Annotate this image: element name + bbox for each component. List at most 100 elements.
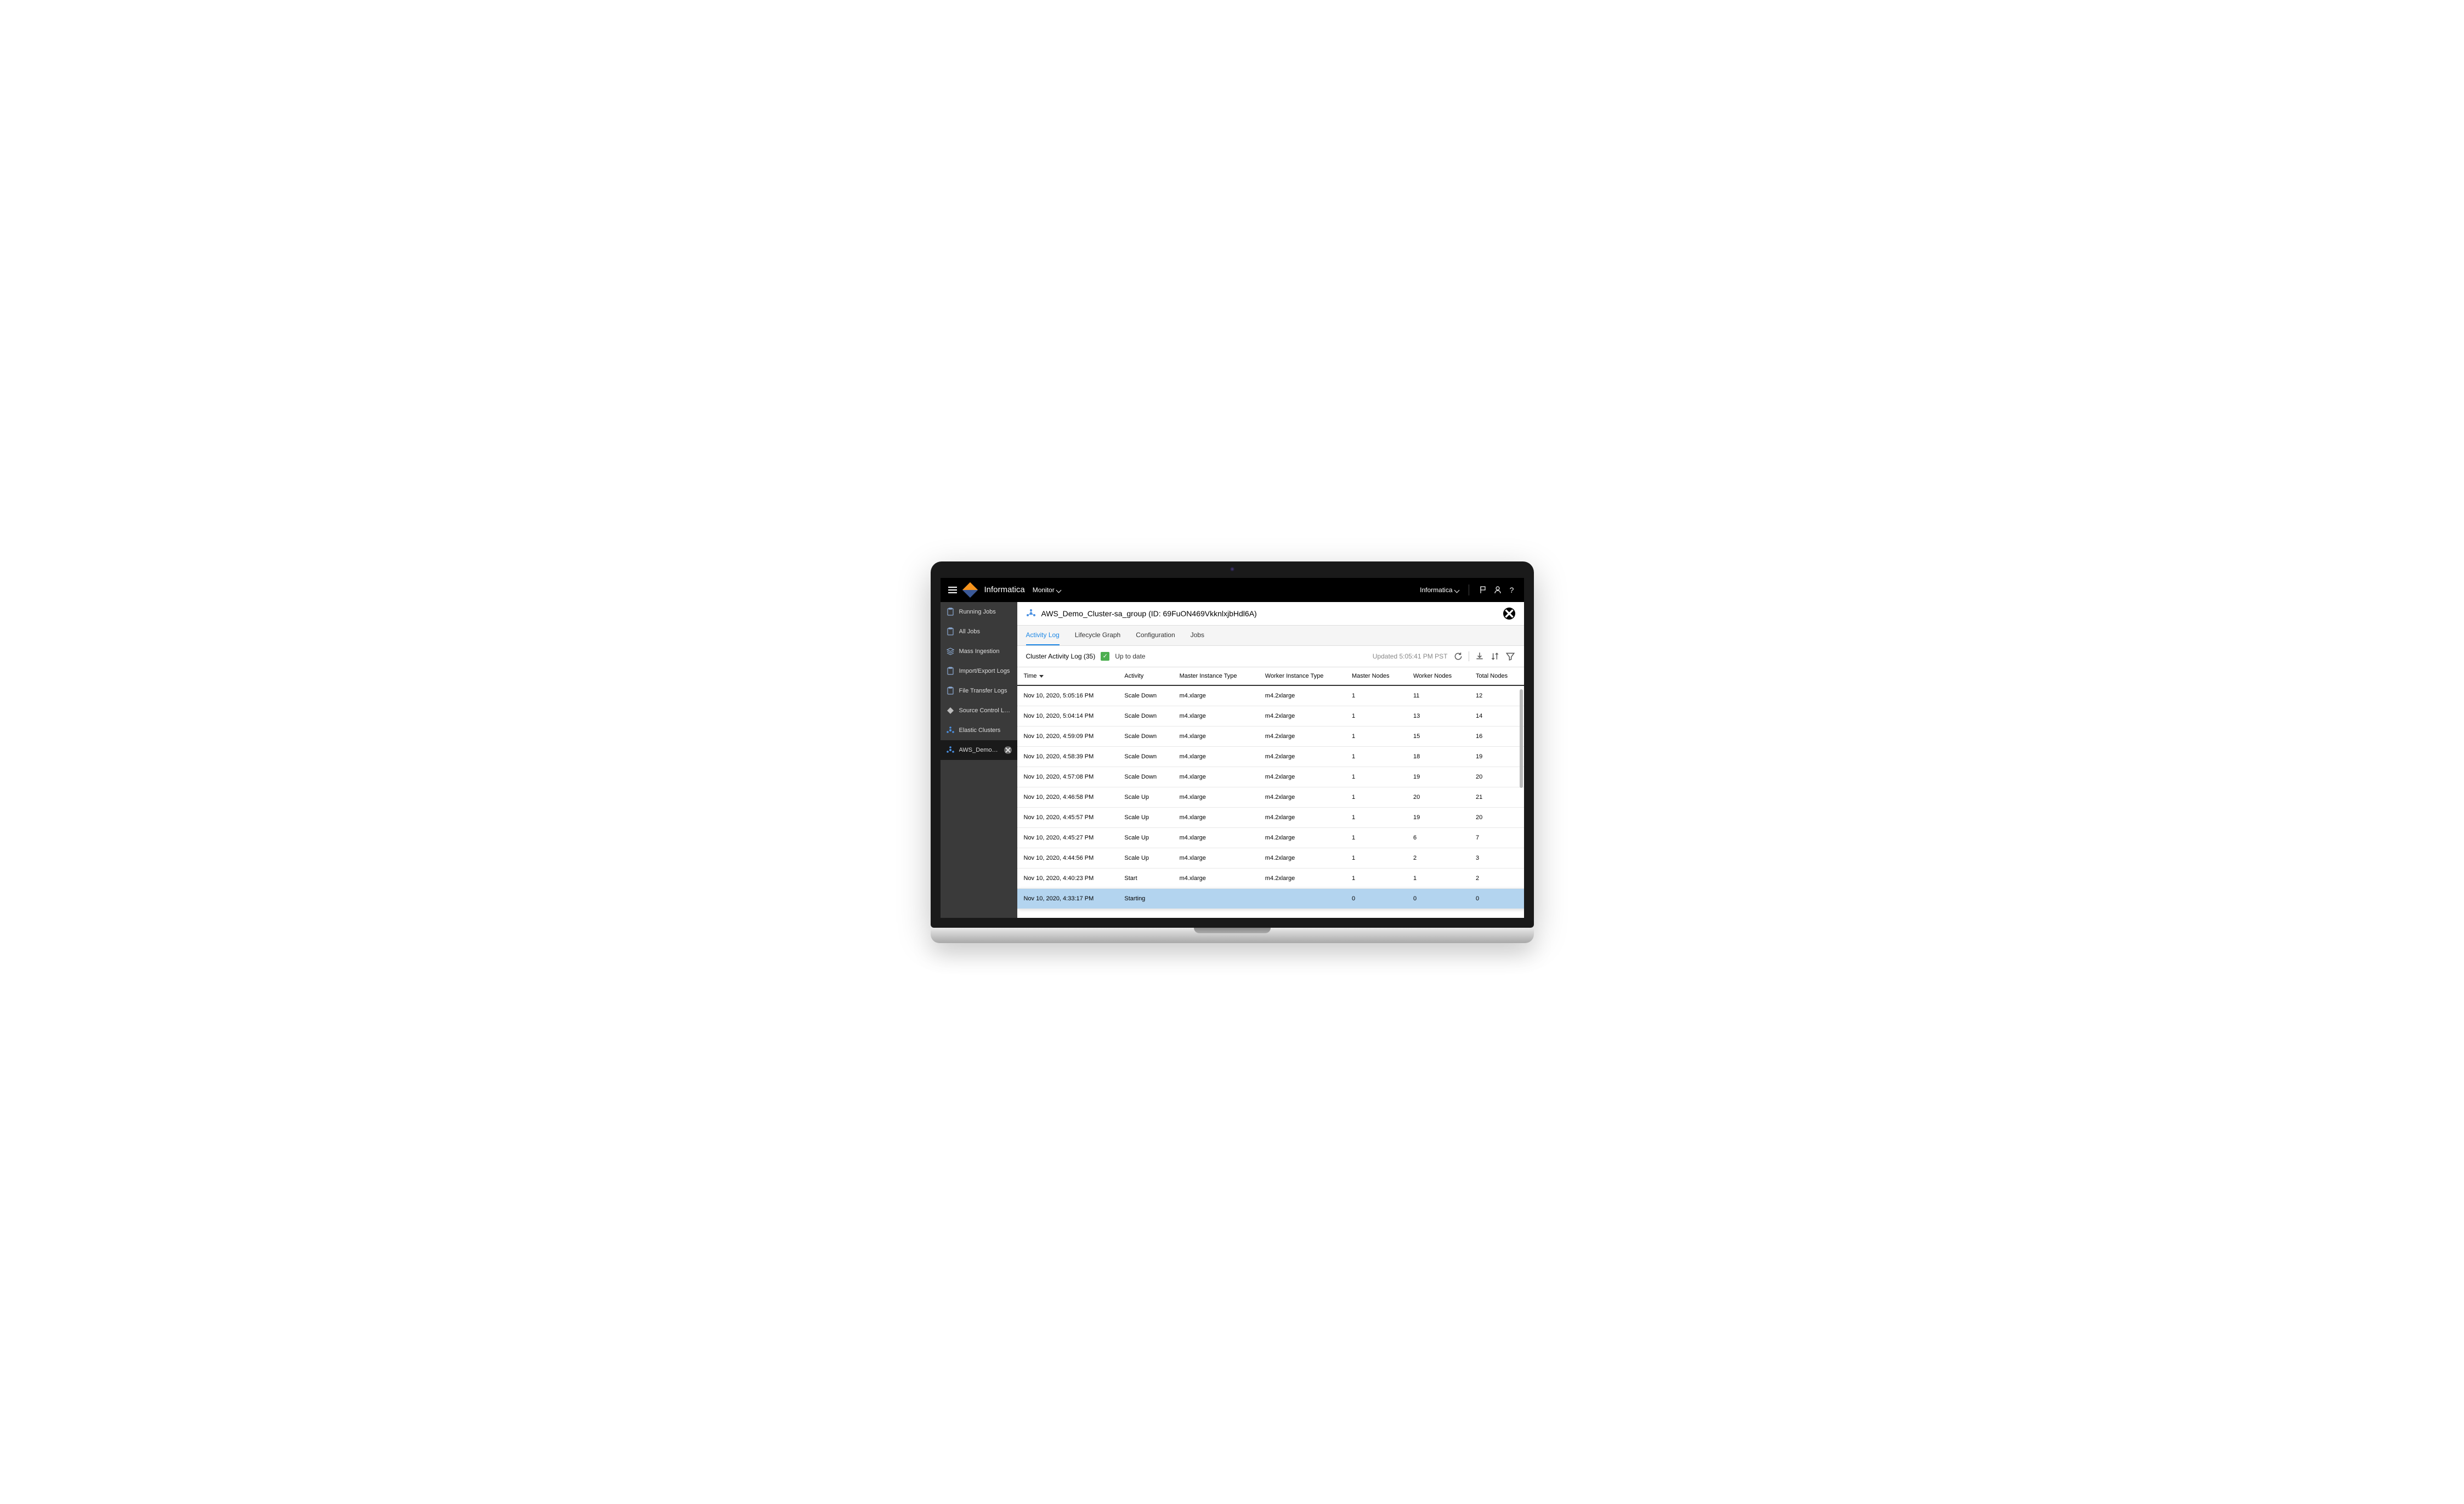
table-row[interactable]: Nov 10, 2020, 4:59:09 PMScale Downm4.xla… bbox=[1017, 726, 1524, 746]
table-row[interactable]: Nov 10, 2020, 4:33:17 PMStarting000 bbox=[1017, 888, 1524, 909]
table-cell: Nov 10, 2020, 4:45:27 PM bbox=[1017, 827, 1118, 848]
user-icon[interactable] bbox=[1493, 586, 1502, 594]
table-cell: Nov 10, 2020, 4:46:58 PM bbox=[1017, 787, 1118, 807]
tab-jobs[interactable]: Jobs bbox=[1191, 626, 1204, 645]
table-cell: m4.xlarge bbox=[1173, 827, 1259, 848]
updated-timestamp: Updated 5:05:41 PM PST bbox=[1373, 652, 1448, 660]
table-container: TimeActivityMaster Instance TypeWorker I… bbox=[1017, 667, 1524, 918]
org-switcher[interactable]: Informatica bbox=[1420, 586, 1458, 594]
table-cell: m4.xlarge bbox=[1173, 787, 1259, 807]
table-cell: 11 bbox=[1407, 685, 1469, 706]
sort-icon[interactable] bbox=[1490, 651, 1500, 661]
clipboard-icon bbox=[946, 608, 955, 616]
table-cell: 1 bbox=[1345, 746, 1407, 767]
table-cell: Scale Up bbox=[1118, 848, 1172, 868]
sidebar-item-all-jobs[interactable]: All Jobs bbox=[941, 622, 1017, 642]
table-row[interactable]: Nov 10, 2020, 5:04:14 PMScale Downm4.xla… bbox=[1017, 706, 1524, 726]
sidebar-item-label: All Jobs bbox=[959, 628, 1012, 635]
scrollbar-thumb[interactable] bbox=[1520, 689, 1523, 788]
column-header-activity[interactable]: Activity bbox=[1118, 667, 1172, 685]
sidebar-item-elastic-clusters[interactable]: Elastic Clusters bbox=[941, 720, 1017, 740]
hamburger-menu-icon[interactable] bbox=[948, 587, 957, 593]
table-cell: m4.xlarge bbox=[1173, 767, 1259, 787]
table-cell: Scale Down bbox=[1118, 726, 1172, 746]
table-cell: 20 bbox=[1407, 787, 1469, 807]
table-cell: 20 bbox=[1469, 807, 1524, 827]
close-tab-icon[interactable] bbox=[1004, 746, 1012, 754]
chevron-down-icon bbox=[1455, 586, 1459, 594]
column-header-worker-instance-type[interactable]: Worker Instance Type bbox=[1259, 667, 1345, 685]
table-row[interactable]: Nov 10, 2020, 4:40:23 PMStartm4.xlargem4… bbox=[1017, 868, 1524, 888]
table-cell: m4.xlarge bbox=[1173, 868, 1259, 888]
check-icon: ✓ bbox=[1101, 652, 1109, 661]
main-layout: Running Jobs All Jobs Mass Ingestion Import… bbox=[941, 602, 1524, 918]
laptop-base bbox=[931, 928, 1534, 943]
table-cell: Nov 10, 2020, 4:58:39 PM bbox=[1017, 746, 1118, 767]
column-header-master-nodes[interactable]: Master Nodes bbox=[1345, 667, 1407, 685]
table-cell: Nov 10, 2020, 4:44:56 PM bbox=[1017, 848, 1118, 868]
status-text: Up to date bbox=[1115, 652, 1145, 660]
page-title: AWS_Demo_Cluster-sa_group (ID: 69FuON469… bbox=[1041, 609, 1498, 618]
table-row[interactable]: Nov 10, 2020, 5:05:16 PMScale Downm4.xla… bbox=[1017, 685, 1524, 706]
table-row[interactable]: Nov 10, 2020, 4:57:08 PMScale Downm4.xla… bbox=[1017, 767, 1524, 787]
sidebar-item-file-transfer-logs[interactable]: File Transfer Logs bbox=[941, 681, 1017, 701]
table-cell: m4.2xlarge bbox=[1259, 726, 1345, 746]
table-row[interactable]: Nov 10, 2020, 4:46:58 PMScale Upm4.xlarg… bbox=[1017, 787, 1524, 807]
sidebar-item-import-export-logs[interactable]: Import/Export Logs bbox=[941, 661, 1017, 681]
table-cell: 6 bbox=[1407, 827, 1469, 848]
table-cell: m4.xlarge bbox=[1173, 706, 1259, 726]
sidebar-item-label: Mass Ingestion bbox=[959, 648, 1012, 655]
table-cell: 1 bbox=[1345, 767, 1407, 787]
table-cell: Nov 10, 2020, 4:57:08 PM bbox=[1017, 767, 1118, 787]
app-screen: Informatica Monitor Informatica ? bbox=[941, 578, 1524, 918]
column-header-time[interactable]: Time bbox=[1017, 667, 1118, 685]
table-row[interactable]: Nov 10, 2020, 4:44:56 PMScale Upm4.xlarg… bbox=[1017, 848, 1524, 868]
sidebar-item-label: Elastic Clusters bbox=[959, 727, 1012, 734]
table-row[interactable]: Nov 10, 2020, 4:58:39 PMScale Downm4.xla… bbox=[1017, 746, 1524, 767]
sidebar-item-running-jobs[interactable]: Running Jobs bbox=[941, 602, 1017, 622]
sidebar-item-label: Running Jobs bbox=[959, 609, 1012, 615]
toolbar: Cluster Activity Log (35) ✓ Up to date U… bbox=[1017, 646, 1524, 667]
help-icon[interactable]: ? bbox=[1508, 586, 1516, 594]
table-row[interactable]: Nov 10, 2020, 4:45:27 PMScale Upm4.xlarg… bbox=[1017, 827, 1524, 848]
sidebar-item-aws-demo-cluste-[interactable]: AWS_Demo_Cluste... bbox=[941, 740, 1017, 760]
table-cell: m4.2xlarge bbox=[1259, 767, 1345, 787]
filter-icon[interactable] bbox=[1505, 651, 1515, 661]
table-cell: 7 bbox=[1469, 827, 1524, 848]
table-cell: 18 bbox=[1407, 746, 1469, 767]
table-cell: 3 bbox=[1469, 848, 1524, 868]
tab-lifecycle-graph[interactable]: Lifecycle Graph bbox=[1075, 626, 1120, 645]
table-row[interactable]: Nov 10, 2020, 4:45:57 PMScale Upm4.xlarg… bbox=[1017, 807, 1524, 827]
table-cell: Nov 10, 2020, 4:33:17 PM bbox=[1017, 888, 1118, 909]
refresh-icon[interactable] bbox=[1453, 651, 1463, 661]
toolbar-title: Cluster Activity Log (35) bbox=[1026, 652, 1096, 660]
table-cell: Nov 10, 2020, 5:05:16 PM bbox=[1017, 685, 1118, 706]
column-header-total-nodes[interactable]: Total Nodes bbox=[1469, 667, 1524, 685]
column-header-worker-nodes[interactable]: Worker Nodes bbox=[1407, 667, 1469, 685]
table-cell: m4.2xlarge bbox=[1259, 827, 1345, 848]
table-cell bbox=[1173, 888, 1259, 909]
flag-icon[interactable] bbox=[1479, 586, 1488, 594]
close-button[interactable] bbox=[1503, 608, 1515, 620]
chevron-down-icon bbox=[1057, 586, 1061, 594]
table-cell: Start bbox=[1118, 868, 1172, 888]
activity-log-table: TimeActivityMaster Instance TypeWorker I… bbox=[1017, 667, 1524, 909]
tab-configuration[interactable]: Configuration bbox=[1136, 626, 1175, 645]
table-cell: Scale Up bbox=[1118, 787, 1172, 807]
sidebar-item-mass-ingestion[interactable]: Mass Ingestion bbox=[941, 642, 1017, 661]
table-cell: Nov 10, 2020, 4:40:23 PM bbox=[1017, 868, 1118, 888]
sidebar: Running Jobs All Jobs Mass Ingestion Import… bbox=[941, 602, 1017, 918]
table-cell: Nov 10, 2020, 4:45:57 PM bbox=[1017, 807, 1118, 827]
scrollbar[interactable] bbox=[1520, 667, 1523, 918]
table-cell: 13 bbox=[1407, 706, 1469, 726]
app-switcher[interactable]: Monitor bbox=[1033, 586, 1061, 594]
table-cell: 1 bbox=[1407, 868, 1469, 888]
table-cell: m4.2xlarge bbox=[1259, 746, 1345, 767]
brand-name: Informatica bbox=[984, 585, 1025, 594]
clipboard-icon bbox=[946, 686, 955, 695]
column-header-master-instance-type[interactable]: Master Instance Type bbox=[1173, 667, 1259, 685]
sidebar-item-source-control-logs[interactable]: Source Control Logs bbox=[941, 701, 1017, 720]
download-icon[interactable] bbox=[1475, 651, 1485, 661]
tab-activity-log[interactable]: Activity Log bbox=[1026, 626, 1060, 645]
camera-icon bbox=[1230, 567, 1234, 571]
